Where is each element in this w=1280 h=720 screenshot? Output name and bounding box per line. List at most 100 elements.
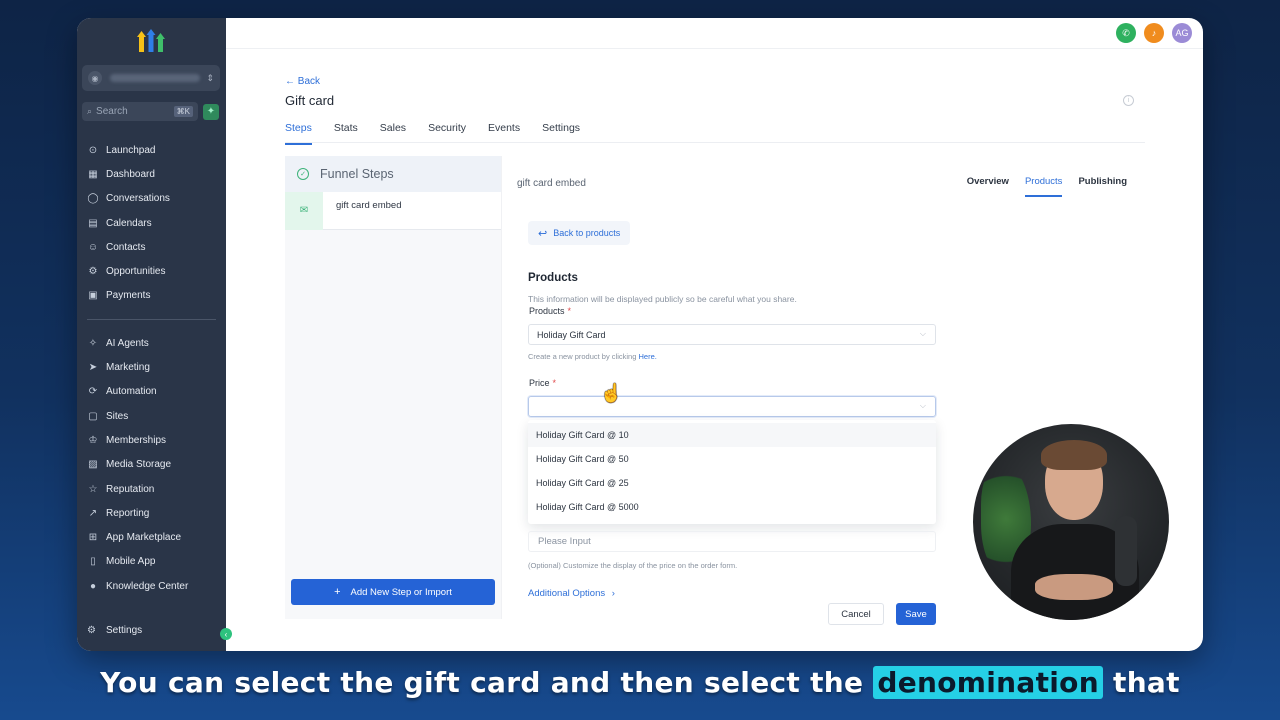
sidebar-divider xyxy=(87,319,216,321)
sidebar-item-memberships[interactable]: ♔ Memberships xyxy=(77,428,226,452)
calendar-icon: ▤ xyxy=(88,217,98,229)
sidebar-item-label: Reporting xyxy=(106,507,150,519)
dashboard-icon: ▦ xyxy=(88,168,98,180)
create-product-hint: Create a new product by clicking Here. xyxy=(528,352,657,361)
sidebar-item-knowledge-center[interactable]: ● Knowledge Center xyxy=(77,574,226,598)
tab-products[interactable]: Products xyxy=(1024,176,1063,197)
sidebar-item-sites[interactable]: ▢ Sites xyxy=(77,404,226,428)
sidebar-item-calendars[interactable]: ▤ Calendars xyxy=(77,211,226,235)
additional-options-label: Additional Options xyxy=(528,588,606,599)
chevron-updown-icon: ⇕ xyxy=(206,72,214,83)
hand-cursor-icon: ☝ xyxy=(600,383,623,403)
presenter-webcam xyxy=(970,421,1172,623)
presenter-hands xyxy=(1035,574,1113,600)
opportunities-icon: ⚙ xyxy=(88,266,98,278)
additional-options-link[interactable]: Additional Options › xyxy=(528,588,615,599)
presenter-hair xyxy=(1041,440,1107,470)
back-link[interactable]: ← Back xyxy=(285,76,320,87)
price-label: Price * xyxy=(529,378,556,388)
tabs-divider xyxy=(285,142,1145,143)
price-option[interactable]: Holiday Gift Card @ 10 xyxy=(528,423,936,447)
search-input[interactable]: ⌕ Search ⌘K xyxy=(82,102,198,121)
sidebar-item-marketing[interactable]: ➤ Marketing xyxy=(77,355,226,379)
products-label: Products * xyxy=(529,306,571,316)
sidebar-item-reputation[interactable]: ☆ Reputation xyxy=(77,477,226,501)
phone-button[interactable]: ✆ xyxy=(1116,23,1136,43)
funnel-step-item[interactable]: ✉ gift card embed xyxy=(285,191,501,230)
create-product-hint-text: Create a new product by clicking xyxy=(528,352,637,361)
price-option[interactable]: Holiday Gift Card @ 50 xyxy=(528,447,936,471)
sidebar-item-label: Media Storage xyxy=(106,459,172,471)
top-bar: ✆ ♪ AG xyxy=(226,18,1203,49)
price-select[interactable]: ⌵ xyxy=(528,396,936,417)
notifications-button[interactable]: ♪ xyxy=(1144,23,1164,43)
funnel-step-name: gift card embed xyxy=(336,200,402,211)
sidebar-item-label: Knowledge Center xyxy=(106,580,189,592)
add-step-label: Add New Step or Import xyxy=(350,586,452,598)
tab-publishing[interactable]: Publishing xyxy=(1078,176,1127,197)
brand-logo[interactable] xyxy=(137,28,165,52)
sidebar-item-conversations[interactable]: ◯ Conversations xyxy=(77,187,226,211)
sidebar-item-launchpad[interactable]: ⊙ Launchpad xyxy=(77,138,226,162)
memberships-icon: ♔ xyxy=(88,434,98,446)
sidebar-item-automation[interactable]: ⟳ Automation xyxy=(77,380,226,404)
sidebar-item-mobile-app[interactable]: ▯ Mobile App xyxy=(77,550,226,574)
sidebar-item-app-marketplace[interactable]: ⊞ App Marketplace xyxy=(77,525,226,549)
sidebar-item-contacts[interactable]: ☺ Contacts xyxy=(77,235,226,259)
cancel-button[interactable]: Cancel xyxy=(828,603,884,625)
caption-text-before: You can select the gift card and then se… xyxy=(100,666,864,699)
star-icon: ☆ xyxy=(88,483,98,495)
tab-overview[interactable]: Overview xyxy=(967,176,1009,197)
add-step-button[interactable]: + Add New Step or Import xyxy=(291,579,495,605)
info-icon[interactable]: i xyxy=(1123,95,1134,106)
create-product-link[interactable]: Here. xyxy=(638,352,656,361)
account-name-redacted xyxy=(110,74,200,82)
back-to-products-button[interactable]: ↩ Back to products xyxy=(528,221,631,245)
price-option[interactable]: Holiday Gift Card @ 25 xyxy=(528,471,936,495)
products-select[interactable]: Holiday Gift Card ⌵ xyxy=(528,324,936,345)
page-title: Gift card xyxy=(285,93,335,108)
sidebar-item-label: Mobile App xyxy=(106,556,156,568)
caption-highlight: denomination xyxy=(873,666,1103,699)
sidebar-item-reporting[interactable]: ↗ Reporting xyxy=(77,501,226,525)
phone-icon: ✆ xyxy=(1122,27,1130,38)
price-option[interactable]: Holiday Gift Card @ 5000 xyxy=(528,495,936,519)
price-display-hint: (Optional) Customize the display of the … xyxy=(528,561,738,570)
sidebar-item-label: Opportunities xyxy=(106,266,166,278)
sidebar-item-settings[interactable]: ⚙ Settings xyxy=(87,625,142,636)
sidebar-item-payments[interactable]: ▣ Payments xyxy=(77,284,226,308)
automation-icon: ⟳ xyxy=(88,386,98,398)
chevron-down-icon: ⌵ xyxy=(919,401,926,410)
chevron-right-icon: › xyxy=(611,588,615,599)
collapse-sidebar-button[interactable]: ‹ xyxy=(220,628,232,640)
sidebar-item-label: Reputation xyxy=(106,483,155,495)
email-icon: ✉ xyxy=(285,191,323,230)
quick-action-button[interactable]: ✦ xyxy=(203,103,219,120)
sidebar-item-label: Contacts xyxy=(106,241,146,253)
products-label-text: Products xyxy=(529,306,565,316)
sidebar-item-media-storage[interactable]: ▨ Media Storage xyxy=(77,453,226,477)
save-button[interactable]: Save xyxy=(896,603,936,625)
chevron-down-icon: ⌵ xyxy=(919,329,926,338)
mobile-icon: ▯ xyxy=(90,556,96,568)
sidebar-item-opportunities[interactable]: ⚙ Opportunities xyxy=(77,259,226,283)
chevron-left-icon: ‹ xyxy=(224,629,228,639)
account-switcher[interactable]: ◉ ⇕ xyxy=(82,65,220,91)
step-title: gift card embed xyxy=(517,178,586,189)
megaphone-icon: ➤ xyxy=(88,362,98,374)
section-description: This information will be displayed publi… xyxy=(528,294,797,304)
sidebar-item-dashboard[interactable]: ▦ Dashboard xyxy=(77,162,226,186)
sidebar-item-label: Conversations xyxy=(106,193,170,205)
user-avatar[interactable]: AG xyxy=(1172,23,1192,43)
sidebar-item-label: Dashboard xyxy=(106,168,155,180)
sparkle-icon: ✧ xyxy=(88,337,98,349)
search-icon: ⌕ xyxy=(87,106,93,116)
bell-icon: ♪ xyxy=(1151,28,1157,38)
sidebar-item-ai-agents[interactable]: ✧ AI Agents xyxy=(77,331,226,355)
sidebar-item-label: Settings xyxy=(106,625,143,636)
price-display-input[interactable]: Please Input xyxy=(528,531,936,552)
info-icon: ● xyxy=(89,580,97,592)
return-arrow-icon: ↩ xyxy=(538,227,548,240)
price-display-placeholder: Please Input xyxy=(538,536,591,547)
editor-tabs: Overview Products Publishing xyxy=(951,176,1127,197)
